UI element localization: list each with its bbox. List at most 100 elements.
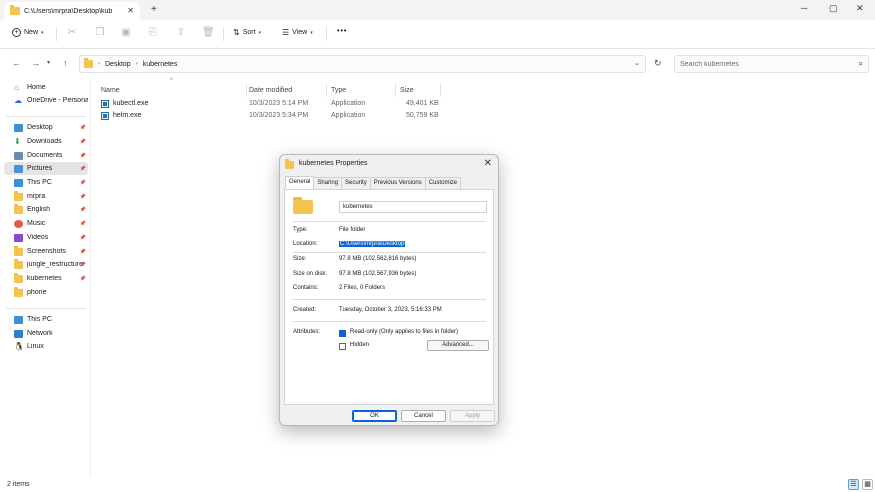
column-header-size[interactable]: Size: [396, 83, 441, 97]
file-date: 10/3/2023 5:34 PM: [249, 112, 309, 119]
close-window-button[interactable]: ✕: [856, 3, 864, 14]
sidebar-item-linux[interactable]: 🐧 Linux: [4, 340, 88, 353]
item-count: 2 items: [7, 481, 30, 488]
ok-button[interactable]: OK: [352, 410, 397, 422]
up-arrow-icon[interactable]: ↑: [63, 58, 68, 68]
column-header-date[interactable]: Date modified: [245, 83, 327, 97]
folder-icon: [285, 159, 294, 169]
view-button[interactable]: ☰ View ▾: [282, 28, 313, 37]
pin-icon: 📌: [79, 124, 86, 131]
folder-icon: [84, 58, 93, 68]
sidebar-item-english[interactable]: English 📌: [4, 203, 88, 216]
sidebar-item-home[interactable]: ⌂ Home: [4, 81, 88, 94]
minimize-button[interactable]: ─: [801, 3, 807, 13]
breadcrumb-desktop[interactable]: Desktop: [105, 61, 131, 68]
hidden-label: Hidden: [350, 342, 370, 348]
created-label: Created:: [293, 307, 317, 313]
divider: [293, 252, 486, 253]
sidebar-item-documents[interactable]: Documents 📌: [4, 149, 88, 162]
sidebar-item-desktop[interactable]: Desktop 📌: [4, 121, 88, 134]
chevron-down-icon[interactable]: ⌄: [634, 59, 640, 67]
maximize-button[interactable]: ▢: [829, 3, 838, 14]
cloud-icon: ☁: [14, 95, 22, 105]
sidebar-item-videos[interactable]: Videos 📌: [4, 231, 88, 244]
breadcrumb-kubernetes[interactable]: kubernetes: [143, 61, 178, 68]
share-icon[interactable]: ⇪: [175, 27, 187, 39]
tiles-view-icon[interactable]: ▦: [862, 479, 873, 490]
size-value: 97.8 MB (102,562,816 bytes): [339, 256, 417, 262]
document-icon: [14, 151, 23, 160]
pin-icon: 📌: [79, 206, 86, 213]
paste-icon[interactable]: ▣: [120, 27, 132, 39]
search-input[interactable]: [675, 56, 845, 72]
recent-locations-chevron-icon[interactable]: ▾: [47, 59, 50, 66]
pin-icon: 📌: [79, 261, 86, 268]
delete-icon[interactable]: 🗑: [202, 27, 215, 39]
folder-icon: [14, 258, 23, 269]
column-header-label: Type: [331, 86, 347, 94]
copy-icon[interactable]: ❐: [94, 27, 106, 39]
sidebar-item-this-pc[interactable]: This PC: [4, 313, 88, 326]
pin-icon: 📌: [79, 193, 86, 200]
contains-value: 2 Files, 0 Folders: [339, 285, 386, 291]
new-label: New: [24, 29, 39, 36]
file-date: 10/3/2023 5:14 PM: [249, 100, 309, 107]
tab-close-icon[interactable]: ✕: [127, 6, 134, 15]
sidebar-item-music[interactable]: Music 📌: [4, 217, 88, 230]
search-box[interactable]: ⌕: [674, 55, 869, 73]
sidebar-item-mrpra[interactable]: mrpra 📌: [4, 190, 88, 203]
new-tab-button[interactable]: +: [151, 4, 157, 15]
sidebar-item-onedrive[interactable]: ☁ OneDrive - Personal: [4, 94, 88, 107]
column-header-name[interactable]: Name: [97, 83, 247, 97]
forward-arrow-icon[interactable]: →: [31, 58, 40, 68]
sidebar-item-screenshots[interactable]: Screenshots 📌: [4, 245, 88, 258]
home-icon: ⌂: [14, 82, 19, 92]
apply-button[interactable]: Apply: [450, 410, 495, 422]
dialog-tabs: General Sharing Security Previous Versio…: [285, 176, 462, 190]
refresh-icon[interactable]: ↻: [654, 58, 662, 69]
sidebar-item-pictures[interactable]: Pictures 📌: [4, 162, 88, 175]
general-panel: kubernetes Type: File folder Location: C…: [284, 189, 494, 405]
location-value[interactable]: C:\Users\mrpra\Desktop: [339, 241, 406, 247]
column-header-type[interactable]: Type: [327, 83, 396, 97]
tab-previous-versions[interactable]: Previous Versions: [369, 177, 426, 189]
new-button[interactable]: + New ▾: [12, 28, 44, 37]
readonly-checkbox[interactable]: [339, 330, 346, 337]
sidebar-item-downloads[interactable]: ⬇ Downloads 📌: [4, 135, 88, 148]
sidebar-item-this-pc-pinned[interactable]: This PC 📌: [4, 176, 88, 189]
table-row[interactable]: kubectl.exe 10/3/2023 5:14 PM Applicatio…: [97, 99, 537, 111]
file-type: Application: [331, 100, 366, 107]
toolbar-divider: [223, 27, 224, 41]
pin-icon: 📌: [79, 152, 86, 159]
folder-icon: [14, 245, 23, 256]
tab-current[interactable]: C:\Users\mrpra\Desktop\kub ✕: [4, 2, 140, 20]
search-icon[interactable]: ⌕: [859, 59, 863, 69]
close-icon[interactable]: ✕: [484, 158, 492, 169]
sidebar-item-kubernetes[interactable]: kubernetes 📌: [4, 272, 88, 285]
sidebar-item-network[interactable]: Network: [4, 327, 88, 340]
advanced-button[interactable]: Advanced...: [427, 340, 489, 351]
chevron-down-icon: ▾: [41, 29, 44, 36]
details-view-icon[interactable]: ☰: [848, 479, 859, 490]
cancel-button[interactable]: Cancel: [401, 410, 446, 422]
tab-sharing[interactable]: Sharing: [313, 177, 343, 189]
sidebar-item-jungle-restructure[interactable]: jungle_restructure 📌: [4, 258, 88, 271]
back-arrow-icon[interactable]: ←: [12, 58, 21, 68]
hidden-checkbox[interactable]: [339, 343, 346, 350]
tab-security[interactable]: Security: [341, 177, 371, 189]
more-options-icon[interactable]: •••: [337, 28, 347, 35]
sort-button[interactable]: ⇅ Sort ▾: [233, 28, 261, 37]
size-label: Size:: [293, 256, 307, 262]
folder-name-field[interactable]: kubernetes: [339, 201, 487, 213]
address-bar[interactable]: › Desktop › kubernetes ⌄: [79, 55, 646, 73]
sidebar-item-phone[interactable]: phone: [4, 286, 88, 299]
file-size: 50,759 KB: [406, 112, 439, 119]
tab-general[interactable]: General: [285, 176, 315, 190]
table-row[interactable]: helm.exe 10/3/2023 5:34 PM Application 5…: [97, 111, 537, 123]
pin-icon: 📌: [79, 220, 86, 227]
properties-dialog: kubernetes Properties ✕ General Sharing …: [279, 154, 499, 426]
file-type: Application: [331, 112, 366, 119]
rename-icon[interactable]: ⎘: [147, 27, 159, 39]
tab-customize[interactable]: Customize: [424, 177, 462, 189]
cut-icon[interactable]: ✂: [66, 27, 78, 39]
